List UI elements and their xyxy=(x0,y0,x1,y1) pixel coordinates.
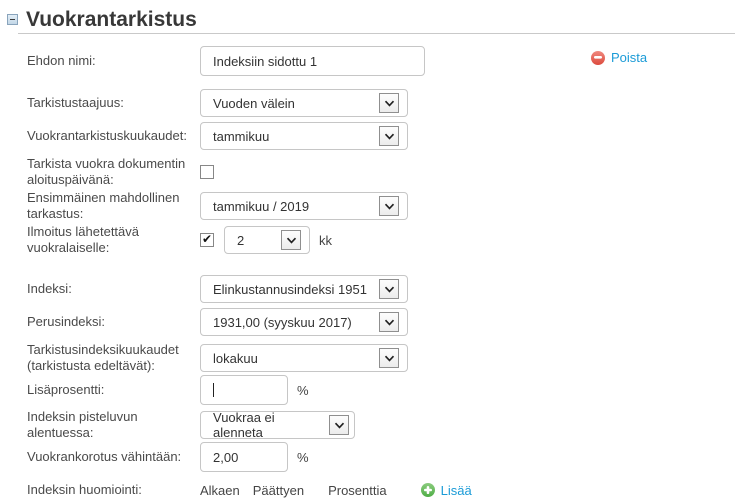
selected-value: lokakuu xyxy=(213,351,258,366)
tarkista-vuokra-checkbox[interactable] xyxy=(200,165,214,179)
field-label: Ilmoitus lähetettävä vuokralaiselle: xyxy=(27,224,200,256)
field-label: Tarkistusindeksikuukaudet (tarkistusta e… xyxy=(27,342,200,374)
page-title: Vuokrantarkistus xyxy=(26,8,197,31)
vuokrankorotus-input[interactable] xyxy=(200,442,288,472)
row-indeksin-huomiointi: Indeksin huomiointi: Alkaen Päättyen Pro… xyxy=(27,476,739,501)
vuokrantarkistus-panel: Vuokrantarkistus Poista Ehdon nimi: Tark… xyxy=(0,0,739,501)
field-label: Lisäprosentti: xyxy=(27,382,200,398)
row-tarkistusindeksikuukaudet: Tarkistusindeksikuukaudet (tarkistusta e… xyxy=(27,341,739,375)
chevron-down-icon[interactable] xyxy=(379,126,399,146)
column-header-prosenttia: Prosenttia xyxy=(328,483,387,498)
row-tarkista-vuokra: Tarkista vuokra dokumentin aloituspäivän… xyxy=(27,155,739,189)
row-tarkistustaajuus: Tarkistustaajuus: Vuoden välein xyxy=(27,89,739,117)
lisaa-link[interactable]: Lisää xyxy=(421,483,472,498)
poista-link[interactable]: Poista xyxy=(591,50,647,65)
vuokrantarkistuskuukaudet-select[interactable]: tammikuu xyxy=(200,122,408,150)
tarkistustaajuus-select[interactable]: Vuoden välein xyxy=(200,89,408,117)
chevron-down-icon[interactable] xyxy=(379,196,399,216)
column-header-alkaen: Alkaen xyxy=(200,483,240,498)
selected-value: Vuoden välein xyxy=(213,96,295,111)
ensimmainen-tarkastus-select[interactable]: tammikuu / 2019 xyxy=(200,192,408,220)
field-label: Indeksi: xyxy=(27,281,200,297)
chevron-down-icon[interactable] xyxy=(379,312,399,332)
row-ensimmainen-tarkastus: Ensimmäinen mahdollinen tarkastus: tammi… xyxy=(27,189,739,223)
ehdon-nimi-input[interactable] xyxy=(200,46,425,76)
rent-review-form: Ehdon nimi: Tarkistustaajuus: Vuoden väl… xyxy=(0,34,739,501)
row-vuokrankorotus: Vuokrankorotus vähintään: % xyxy=(27,442,739,472)
chevron-down-icon[interactable] xyxy=(379,279,399,299)
field-label: Tarkistustaajuus: xyxy=(27,95,200,111)
selected-value: Vuokraa ei alenneta xyxy=(213,410,324,440)
chevron-down-icon[interactable] xyxy=(379,93,399,113)
field-label: Perusindeksi: xyxy=(27,314,200,330)
row-perusindeksi: Perusindeksi: 1931,00 (syyskuu 2017) xyxy=(27,308,739,336)
indeksi-select[interactable]: Elinkustannusindeksi 1951 xyxy=(200,275,408,303)
selected-value: Elinkustannusindeksi 1951 xyxy=(213,282,367,297)
column-header-paattyen: Päättyen xyxy=(253,483,304,498)
field-label: Tarkista vuokra dokumentin aloituspäivän… xyxy=(27,156,200,188)
field-label: Vuokrantarkistuskuukaudet: xyxy=(27,128,200,144)
panel-header: Vuokrantarkistus xyxy=(0,0,739,31)
chevron-down-icon[interactable] xyxy=(379,348,399,368)
ilmoitus-kk-select[interactable]: 2 xyxy=(224,226,310,254)
field-label: Indeksin huomiointi: xyxy=(27,482,200,498)
add-circle-icon xyxy=(421,483,435,497)
chevron-down-icon[interactable] xyxy=(281,230,301,250)
selected-value: 1931,00 (syyskuu 2017) xyxy=(213,315,352,330)
selected-value: tammikuu / 2019 xyxy=(213,199,309,214)
chevron-down-icon[interactable] xyxy=(329,415,349,435)
lisaa-label: Lisää xyxy=(441,483,472,498)
selected-value: 2 xyxy=(237,233,244,248)
row-lisaprosentti: Lisäprosentti: % xyxy=(27,375,739,405)
field-label: Ehdon nimi: xyxy=(27,53,200,69)
selected-value: tammikuu xyxy=(213,129,269,144)
ilmoitus-checkbox[interactable]: ✔ xyxy=(200,233,214,247)
perusindeksi-select[interactable]: 1931,00 (syyskuu 2017) xyxy=(200,308,408,336)
row-indeksi: Indeksi: Elinkustannusindeksi 1951 xyxy=(27,275,739,303)
collapse-icon[interactable] xyxy=(7,14,18,25)
row-pisteluvun-alentuessa: Indeksin pisteluvun alentuessa: Vuokraa … xyxy=(27,408,739,442)
pisteluvun-alentuessa-select[interactable]: Vuokraa ei alenneta xyxy=(200,411,355,439)
row-vuokrantarkistuskuukaudet: Vuokrantarkistuskuukaudet: tammikuu xyxy=(27,122,739,150)
percent-suffix: % xyxy=(297,450,309,465)
text-caret xyxy=(213,383,214,397)
field-label: Vuokrankorotus vähintään: xyxy=(27,449,200,465)
row-ilmoitus: Ilmoitus lähetettävä vuokralaiselle: ✔ 2… xyxy=(27,223,739,257)
field-label: Ensimmäinen mahdollinen tarkastus: xyxy=(27,190,200,222)
kk-suffix: kk xyxy=(319,233,332,248)
field-label: Indeksin pisteluvun alentuessa: xyxy=(27,409,200,441)
poista-label: Poista xyxy=(611,50,647,65)
percent-suffix: % xyxy=(297,383,309,398)
checkmark-icon: ✔ xyxy=(202,233,212,245)
remove-circle-icon xyxy=(591,51,605,65)
tarkistusindeksikuukaudet-select[interactable]: lokakuu xyxy=(200,344,408,372)
